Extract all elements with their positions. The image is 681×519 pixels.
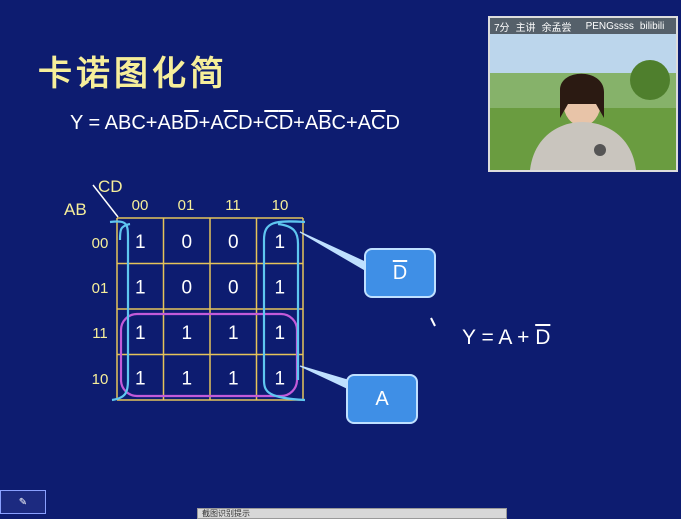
bilibili-logo: bilibili [639,20,665,32]
result-prefix: Y = A + [462,326,536,349]
kmap-cell: 1 [228,323,239,344]
presenter-video[interactable]: 7分 主讲 余孟尝 PENGssss bilibili [488,16,678,172]
pen-tool-icon[interactable]: ✎ [0,490,46,514]
simplified-result: Y = A + D [462,326,550,350]
video-frame [490,18,676,170]
kmap-cell: 0 [181,232,192,253]
row-variable-label: AB [64,200,87,219]
kmap-cell: 1 [228,368,239,389]
kmap-cell: 1 [135,368,146,389]
row-label: 11 [92,325,108,342]
column-label: 00 [132,197,149,214]
callout-a-pointer [299,365,348,389]
kmap-cell: 1 [135,323,146,344]
kmap-cell: 1 [181,323,192,344]
result-term: D [535,326,551,349]
kmap-cell: 0 [228,232,239,253]
kmap-cell: 1 [274,323,285,344]
microphone-icon [594,144,606,156]
callout-dbar: D [364,248,436,298]
row-labels: 00 01 11 10 [92,235,109,388]
col-variable-label: CD [98,177,123,196]
callout-dbar-pointer [299,231,366,272]
bottom-tab[interactable]: 截图识别提示 [197,508,507,519]
kmap-cell: 1 [181,368,192,389]
video-bar-item: 余孟尝 [541,22,572,34]
column-label: 11 [225,197,241,214]
callout-dbar-label: D [392,261,408,284]
kmap-cell: 0 [181,277,192,298]
row-label: 10 [92,371,109,388]
row-label: 00 [92,235,109,252]
kmap-cell: 1 [274,232,285,253]
column-labels: 00 01 11 10 [132,197,289,214]
callout-a-label: A [375,387,389,410]
kmap-cell: 1 [135,232,146,253]
video-watermark: PENGssss [585,20,634,32]
callout-a: A [346,374,418,424]
column-label: 10 [272,197,289,214]
column-label: 01 [178,197,195,214]
video-bar: 7分 主讲 余孟尝 PENGssss bilibili [490,18,676,34]
kmap-cell: 1 [274,368,285,389]
kmap-cell: 1 [135,277,146,298]
row-label: 01 [92,280,109,297]
kmap-cell: 1 [274,277,285,298]
group-dbar-left-loop [109,220,130,402]
cursor-mark [430,317,436,327]
video-bar-item: 主讲 [515,22,536,34]
video-bar-item: 7分 [494,22,510,34]
kmap-cell: 0 [228,277,239,298]
